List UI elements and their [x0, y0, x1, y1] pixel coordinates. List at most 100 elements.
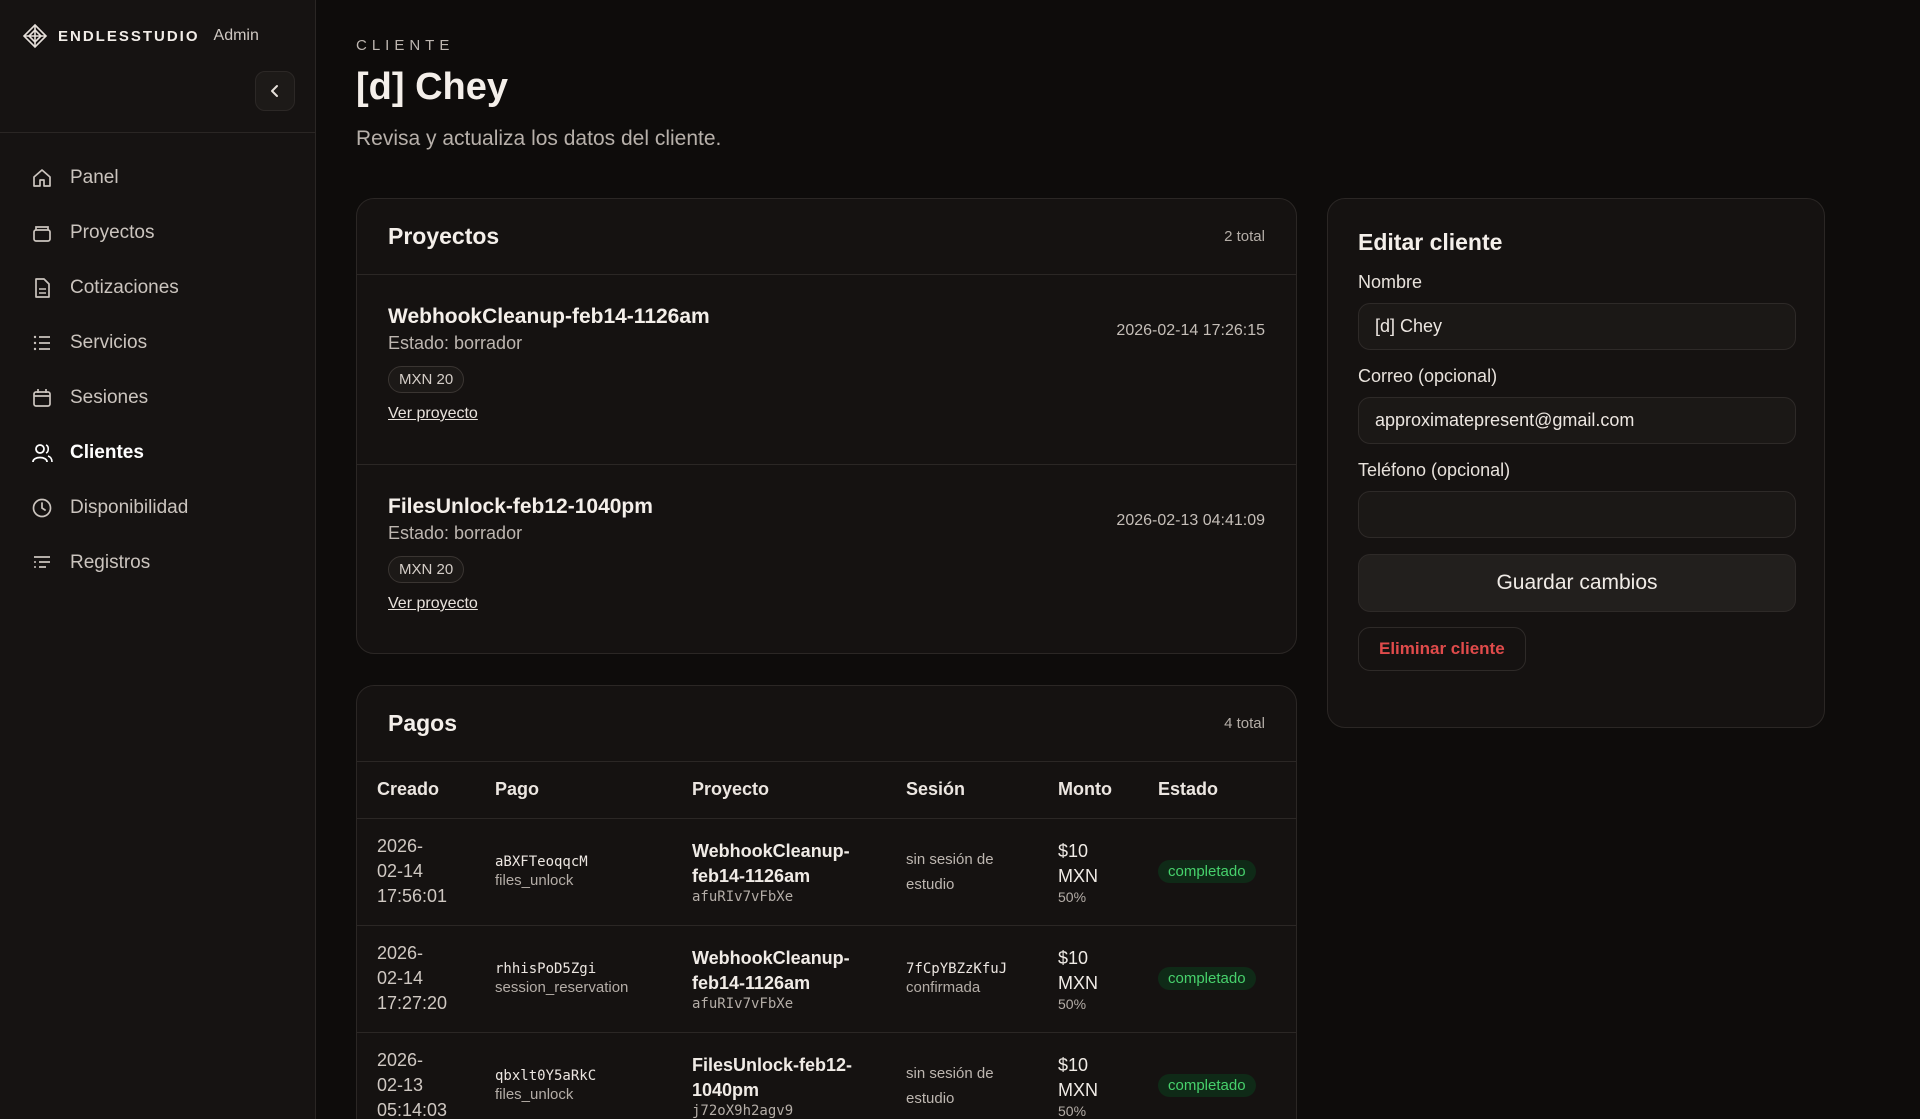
log-icon [30, 551, 54, 575]
collapse-sidebar-button[interactable] [255, 71, 295, 111]
delete-client-button[interactable]: Eliminar cliente [1358, 627, 1526, 671]
brand[interactable]: ENDLESSTUDIO Admin [0, 0, 315, 50]
project-name-line: feb14-1126am [692, 972, 811, 993]
created-line: 17:27:20 [377, 993, 448, 1013]
payment-cell: rhhisPoD5Zgi session_reservation [475, 924, 672, 1032]
main-content: CLIENTE [d] Chey Revisa y actualiza los … [316, 0, 1920, 1119]
column-header-proyecto[interactable]: Proyecto [672, 762, 886, 818]
projects-card-header: Proyectos 2 total [357, 199, 1296, 275]
session-cell: 7fCpYBZzKfuJ confirmada [886, 924, 1038, 1032]
sidebar-item-label: Proyectos [70, 221, 155, 243]
project-cell: WebhookCleanup-feb14-1126am afuRIv7vFbXe [672, 817, 886, 925]
payment-type: session_reservation [495, 979, 629, 996]
project-id: afuRIv7vFbXe [692, 888, 794, 905]
brand-name: ENDLESSTUDIO [58, 27, 200, 45]
project-amount-badge: MXN 20 [388, 366, 465, 393]
sidebar-item-sesiones[interactable]: Sesiones [0, 370, 316, 425]
project-amount-badge: MXN 20 [388, 556, 465, 583]
app: ENDLESSTUDIO Admin Panel Proyectos Cotiz… [0, 0, 1920, 1119]
session-id[interactable]: 7fCpYBZzKfuJ [906, 961, 1038, 977]
status-cell: completado [1138, 817, 1296, 925]
column-header-sesion[interactable]: Sesión [886, 762, 1038, 818]
brand-sub: Admin [213, 27, 259, 44]
sidebar-item-label: Registros [70, 551, 151, 573]
project-name-line: feb14-1126am [692, 865, 811, 886]
amount-value: $10 [1058, 1054, 1089, 1075]
status-badge: completado [1158, 1074, 1256, 1098]
status-cell: completado [1138, 924, 1296, 1032]
save-changes-button[interactable]: Guardar cambios [1358, 554, 1796, 612]
email-label: Correo (opcional) [1358, 366, 1498, 386]
status-cell: completado [1138, 1031, 1296, 1119]
payments-count: 4 total [1224, 715, 1265, 732]
sidebar-item-servicios[interactable]: Servicios [0, 315, 316, 370]
payments-card: Pagos 4 total Creado Pago Proyecto Sesió… [356, 685, 1297, 1119]
created-line: 2026- [377, 943, 424, 963]
amount-value: $10 [1058, 840, 1089, 861]
payment-id: qbxlt0Y5aRkC [495, 1068, 597, 1085]
project-id: afuRIv7vFbXe [692, 995, 794, 1012]
chevron-left-icon [271, 85, 278, 97]
created-line: 02-14 [377, 968, 424, 988]
payments-title: Pagos [388, 710, 458, 736]
view-project-link[interactable]: Ver proyecto [388, 595, 1265, 613]
project-item: WebhookCleanup-feb14-1126am Estado: borr… [357, 275, 1296, 465]
sidebar-item-cotizaciones[interactable]: Cotizaciones [0, 260, 316, 315]
project-name[interactable]: WebhookCleanup-feb14-1126am [692, 839, 886, 889]
session-cell: sin sesión de estudio [886, 817, 1038, 925]
sidebar-item-label: Cotizaciones [70, 276, 179, 298]
amount-currency: MXN [1058, 1079, 1098, 1100]
payment-cell: qbxlt0Y5aRkC files_unlock [475, 1031, 672, 1119]
folder-icon [30, 221, 54, 245]
edit-client-title: Editar cliente [1358, 229, 1503, 255]
table-row[interactable]: 2026- 02-14 17:27:20 rhhisPoD5Zgi sessio… [357, 924, 1296, 1032]
session-line: sin sesión de [906, 1064, 994, 1082]
amount-cell: $10 MXN 50% [1038, 817, 1138, 925]
column-header-creado[interactable]: Creado [357, 762, 475, 818]
project-name[interactable]: FilesUnlock-feb12- 1040pm [692, 1053, 886, 1103]
column-header-monto[interactable]: Monto [1038, 762, 1138, 818]
created-line: 17:56:01 [377, 886, 448, 906]
projects-card: Proyectos 2 total WebhookCleanup-feb14-1… [356, 198, 1297, 654]
project-id: j72oX9h2agv9 [692, 1102, 794, 1119]
sidebar-item-disponibilidad[interactable]: Disponibilidad [0, 480, 316, 535]
session-line: estudio [906, 1089, 955, 1107]
payments-card-header: Pagos 4 total [357, 686, 1296, 762]
table-row[interactable]: 2026- 02-13 05:14:03 qbxlt0Y5aRkC files_… [357, 1031, 1296, 1119]
sidebar-item-label: Panel [70, 166, 119, 188]
amount-value: $10 [1058, 947, 1089, 968]
sidebar-nav: Panel Proyectos Cotizaciones Servicios S… [0, 150, 316, 590]
name-field[interactable] [1358, 303, 1796, 350]
column-header-pago[interactable]: Pago [475, 762, 672, 818]
sidebar-item-label: Servicios [70, 331, 148, 353]
amount-percent: 50% [1058, 1102, 1087, 1119]
amount-cell: $10 MXN 50% [1038, 924, 1138, 1032]
email-field[interactable] [1358, 397, 1796, 444]
table-header-row: Creado Pago Proyecto Sesión Monto Estado [357, 762, 1296, 818]
amount-currency: MXN [1058, 865, 1098, 886]
payments-table: Creado Pago Proyecto Sesión Monto Estado… [357, 762, 1296, 1119]
project-name[interactable]: WebhookCleanup-feb14-1126am [692, 946, 886, 996]
table-row[interactable]: 2026- 02-14 17:56:01 aBXFTeoqqcM files_u… [357, 817, 1296, 925]
name-label: Nombre [1358, 272, 1423, 292]
view-project-link[interactable]: Ver proyecto [388, 405, 1265, 423]
status-badge: completado [1158, 967, 1256, 990]
sidebar-divider [0, 132, 316, 133]
status-badge: completado [1158, 860, 1256, 883]
created-line: 02-14 [377, 861, 424, 881]
created-line: 2026- [377, 836, 424, 856]
page-title: [d] Chey [356, 66, 508, 108]
sidebar-item-registros[interactable]: Registros [0, 535, 316, 590]
list-icon [30, 331, 54, 355]
column-header-estado[interactable]: Estado [1138, 762, 1296, 818]
sidebar-item-proyectos[interactable]: Proyectos [0, 205, 316, 260]
sidebar-item-clientes[interactable]: Clientes [0, 425, 316, 480]
logo-icon [22, 23, 48, 49]
project-name-line: WebhookCleanup- [692, 947, 850, 968]
sidebar-item-label: Clientes [70, 441, 144, 463]
sidebar-item-panel[interactable]: Panel [0, 150, 316, 205]
page-subtitle: Revisa y actualiza los datos del cliente… [356, 127, 722, 150]
phone-field[interactable] [1358, 491, 1796, 538]
payment-type: files_unlock [495, 1086, 574, 1104]
project-date: 2026-02-14 17:26:15 [1116, 322, 1265, 339]
